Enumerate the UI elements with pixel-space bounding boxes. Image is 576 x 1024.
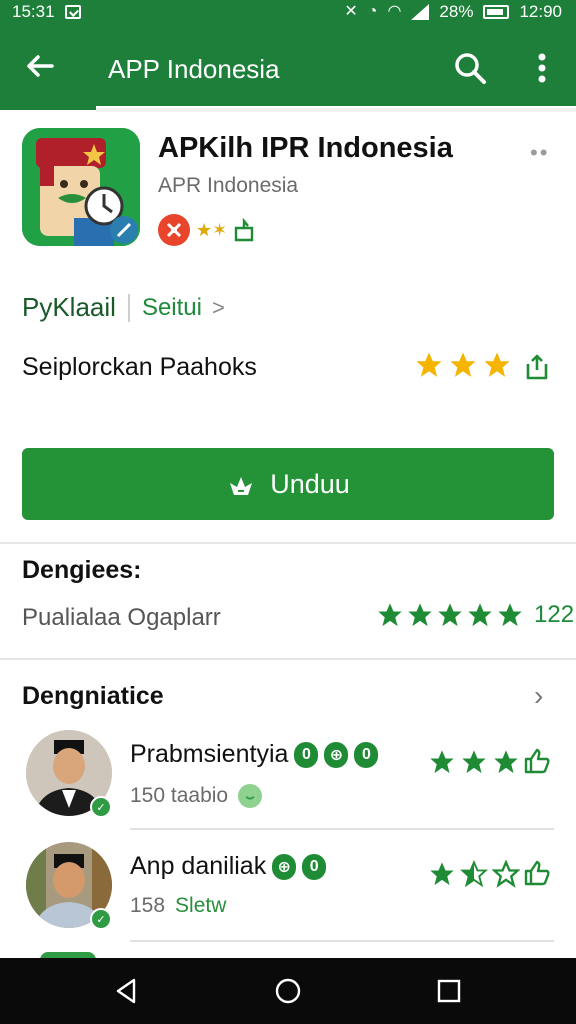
divider	[0, 658, 576, 660]
star-icon	[430, 862, 454, 886]
review-badge: ⊕	[324, 741, 349, 768]
app-options-icon[interactable]: ••	[530, 140, 549, 166]
star-icon	[416, 352, 442, 377]
mute-icon: ✕	[344, 3, 358, 20]
battery-percent: 28%	[439, 2, 474, 21]
small-star-icon: ★✶	[196, 219, 228, 240]
install-button[interactable]: Unduu	[22, 448, 554, 520]
navigation-bar	[0, 958, 576, 1024]
app-developer[interactable]: APR Indonesia	[158, 174, 298, 198]
wifi-icon: ◠	[387, 3, 402, 20]
star-icon	[408, 603, 432, 627]
star-icon	[462, 750, 486, 774]
install-label: Unduu	[270, 468, 350, 499]
nav-back-icon[interactable]	[112, 976, 142, 1006]
review-author-name: Prabmsientyia	[130, 740, 289, 768]
thumbs-up-icon[interactable]	[522, 858, 552, 888]
nav-recents-icon[interactable]	[434, 976, 464, 1006]
status-clock: 12:90	[519, 2, 562, 21]
alarm-icon: ◔	[367, 3, 378, 20]
review-badge: 0	[354, 741, 379, 768]
star-icon	[430, 750, 454, 774]
download-icon	[230, 477, 253, 495]
search-icon[interactable]	[452, 50, 488, 86]
ratings-title: Dengiees:	[22, 556, 142, 584]
review-meta: 150 taabio	[130, 784, 263, 808]
status-bar: 15:31 ✕ ◔ ◠ 28% 12:90	[0, 0, 576, 26]
star-outline-icon	[492, 860, 520, 888]
sheet-edge	[96, 106, 576, 112]
review-badge: ⊕	[272, 853, 297, 880]
signal-icon	[411, 4, 430, 20]
app-icon	[22, 128, 140, 246]
app-badges: ★✶	[158, 214, 255, 246]
content-rating-icon	[235, 218, 254, 242]
review-meta-text: 150 taabio	[130, 784, 229, 807]
battery-icon	[483, 5, 510, 19]
divider	[0, 542, 576, 544]
divider	[130, 940, 554, 942]
divider	[127, 293, 130, 322]
star-icon	[484, 352, 510, 377]
category-link[interactable]: Seitui	[142, 294, 202, 322]
rating-label: Seiplorckan Paahoks	[22, 353, 257, 381]
review-item[interactable]: ✓ Prabmsientyia 0 ⊕ 0 150 taabio	[0, 722, 576, 834]
review-stars	[428, 748, 520, 776]
ratings-count: 122	[534, 601, 575, 628]
verified-badge-icon: ✓	[90, 796, 112, 818]
organization-badge-icon	[158, 214, 190, 246]
chevron-right-icon[interactable]: >	[212, 295, 225, 321]
review-meta-text: 158	[130, 894, 166, 917]
star-icon	[468, 603, 492, 627]
ratings-stars: 122	[376, 601, 574, 629]
review-author-name: Anp daniliak	[130, 852, 267, 880]
star-icon	[498, 603, 522, 627]
review-meta-extra: Sletw	[175, 894, 227, 917]
star-icon	[438, 603, 462, 627]
review-badge: 0	[294, 741, 319, 768]
notification-icon	[64, 5, 81, 19]
category-label: PyKlaail	[22, 292, 116, 322]
smile-icon	[238, 784, 263, 808]
review-author: Anp daniliak ⊕ 0	[130, 852, 327, 881]
review-author: Prabmsientyia 0 ⊕ 0	[130, 740, 379, 769]
review-stars	[428, 860, 520, 888]
star-icon	[378, 603, 402, 627]
category-row: PyKlaail Seitui >	[22, 292, 225, 323]
status-time: 15:31	[12, 2, 55, 21]
chevron-right-icon[interactable]: ›	[534, 680, 543, 712]
thumbs-up-icon[interactable]	[522, 746, 552, 776]
verified-badge-icon: ✓	[90, 908, 112, 930]
star-icon	[494, 750, 518, 774]
star-half-icon	[460, 860, 488, 888]
app-name: APKilh IPR Indonesia	[158, 132, 453, 164]
rating-stars	[414, 350, 512, 380]
divider	[130, 828, 554, 830]
ratings-subtitle: Pualialaa Ogaplarr	[22, 604, 221, 631]
review-badge: 0	[302, 853, 327, 880]
arrow-left-icon[interactable]	[22, 48, 58, 84]
more-vert-icon[interactable]	[530, 50, 554, 86]
review-item[interactable]: ✓ Anp daniliak ⊕ 0 158 Sletw	[0, 834, 576, 946]
star-icon	[450, 352, 476, 377]
app-bar: APP Indonesia	[0, 26, 576, 110]
share-icon[interactable]	[522, 352, 552, 382]
reviews-title: Dengniatice	[22, 682, 164, 710]
app-bar-title: APP Indonesia	[108, 54, 280, 84]
review-meta: 158 Sletw	[130, 894, 226, 918]
nav-home-icon[interactable]	[273, 976, 303, 1006]
